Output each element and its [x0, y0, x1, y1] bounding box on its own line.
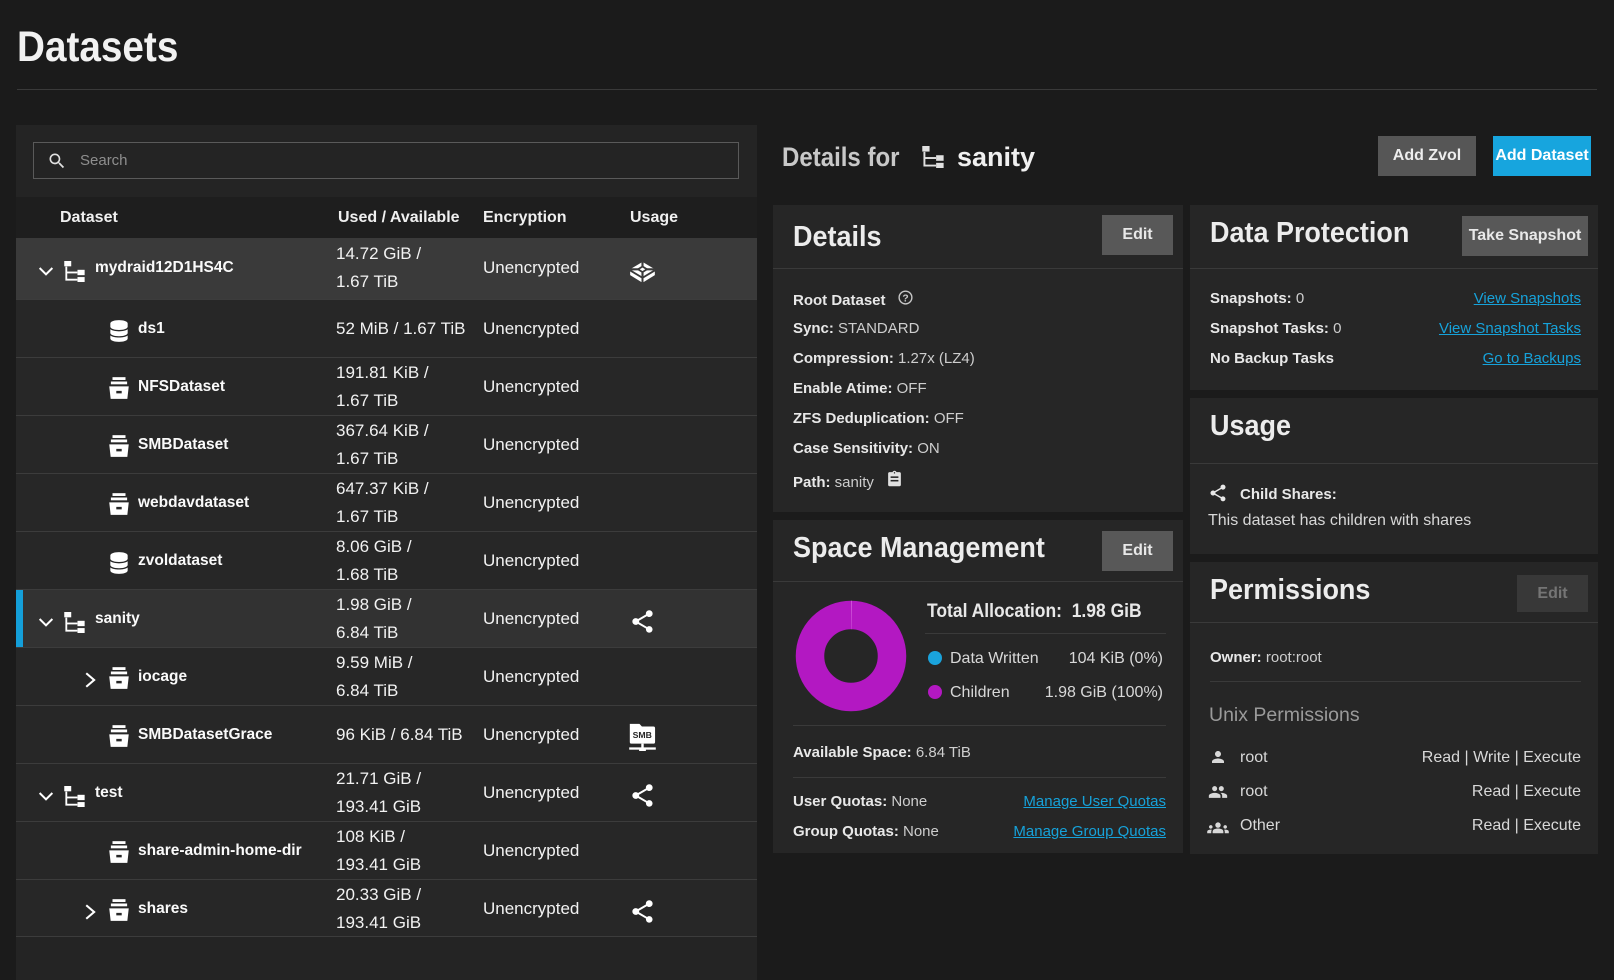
svg-text:?: ? — [902, 293, 908, 304]
svg-text:SMB: SMB — [633, 730, 652, 740]
